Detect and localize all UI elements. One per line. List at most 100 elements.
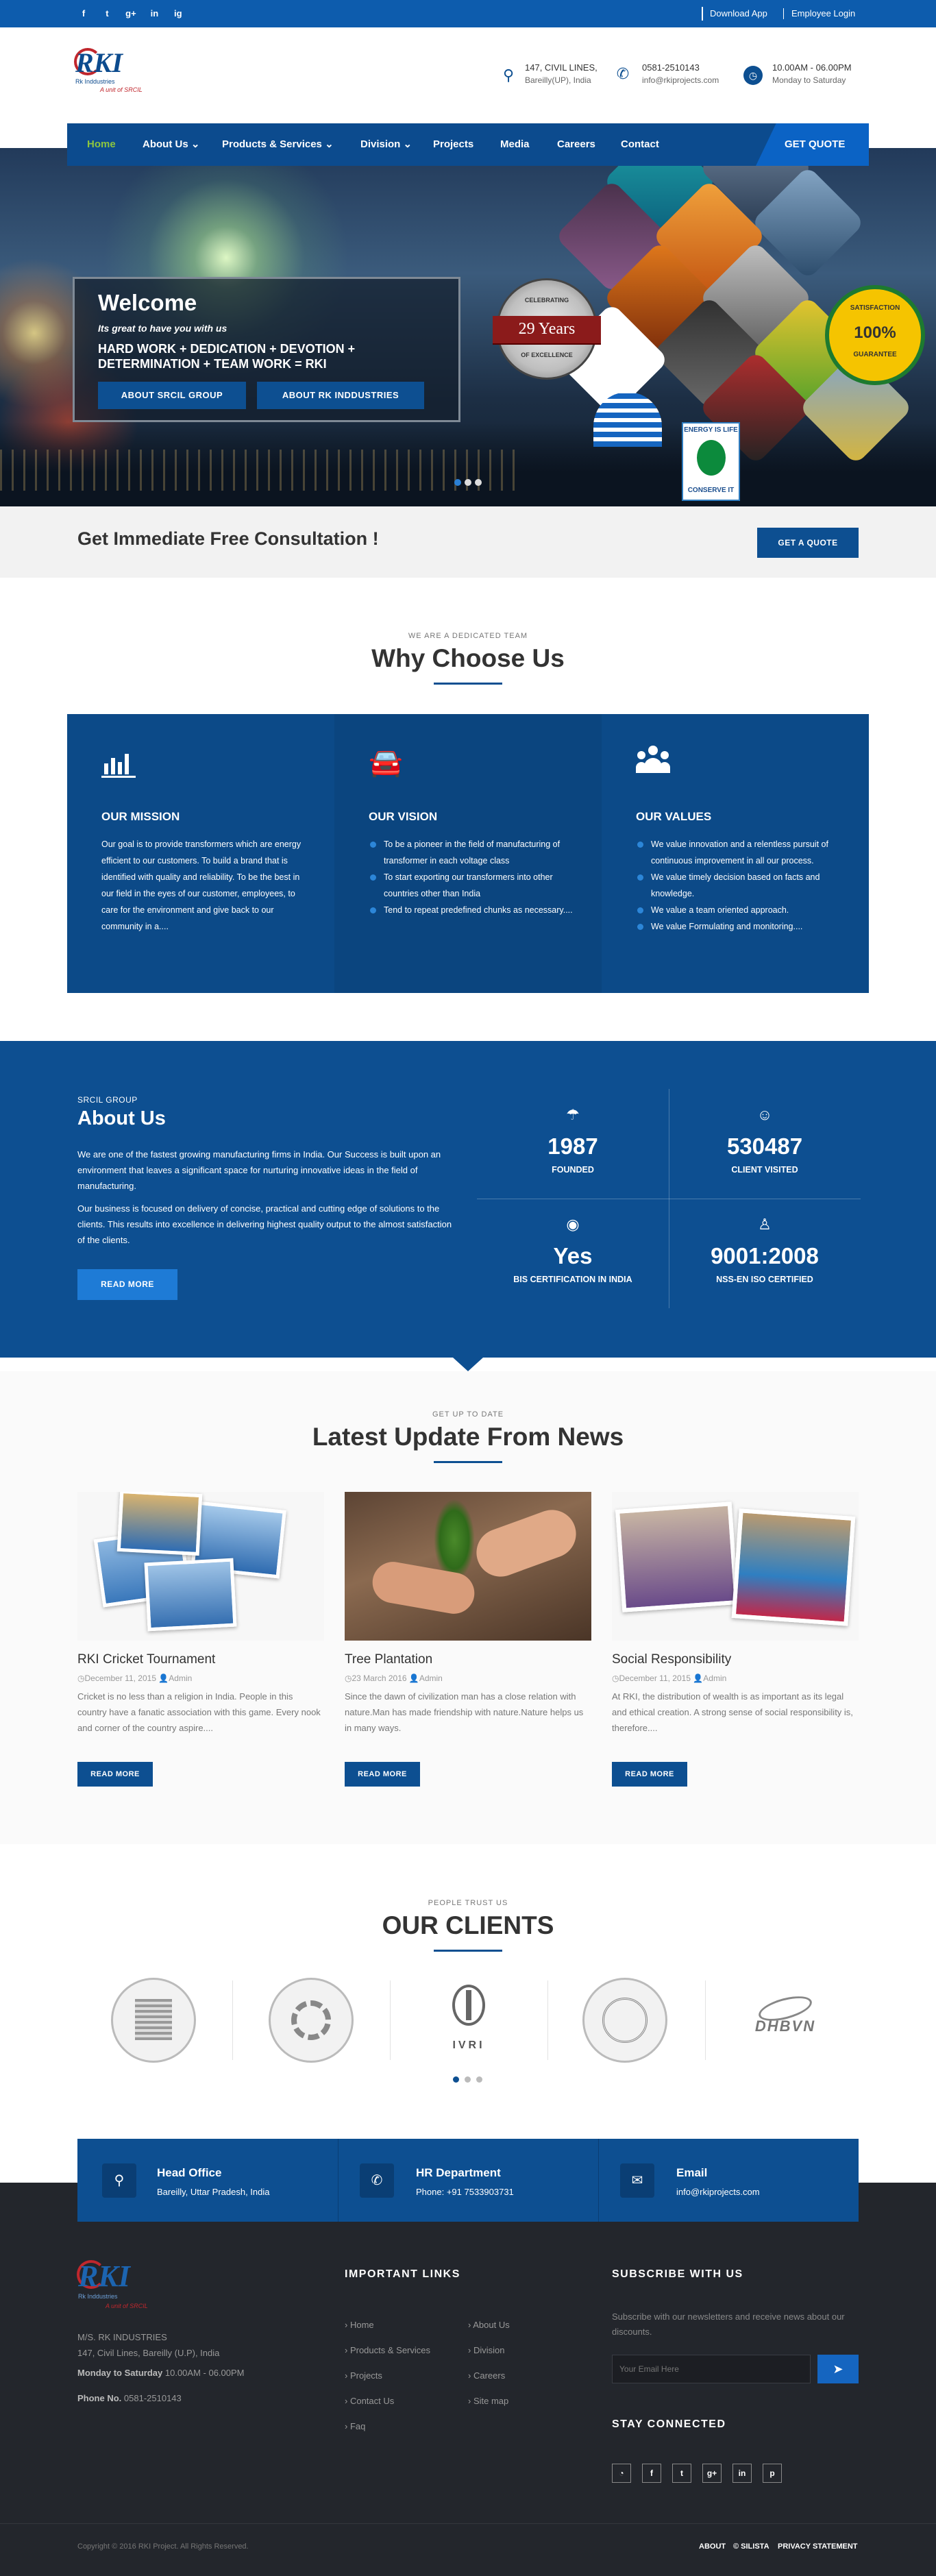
facebook-icon[interactable]: f [77, 0, 90, 27]
footer-link[interactable]: › Site map [468, 2396, 508, 2406]
top-bar: f t g+ in ig Download App Employee Login [0, 0, 936, 27]
footer-logo[interactable]: RKI Rk Inddustries A unit of SRCIL [75, 2259, 185, 2318]
location-pin-icon: ⚲ [502, 66, 515, 84]
google-plus-icon[interactable]: g+ [702, 2464, 722, 2483]
news-title-tree[interactable]: Tree Plantation [345, 1652, 432, 1667]
read-more-button[interactable]: READ MORE [77, 1762, 153, 1787]
list-item: We value Formulating and monitoring.... [636, 918, 841, 935]
nav-division[interactable]: Division ⌄ [360, 123, 412, 166]
clients-dot-3[interactable] [476, 2076, 482, 2083]
logo-text: RKI [75, 47, 123, 78]
about-read-more-button[interactable]: READ MORE [77, 1269, 177, 1300]
list-item: We value innovation and a relentless pur… [636, 836, 841, 869]
privacy-statement-link[interactable]: PRIVACY STATEMENT [778, 2542, 858, 2551]
about-rki-button[interactable]: ABOUT RK INDDUSTRIES [257, 382, 424, 409]
motto-line2: DETERMINATION + TEAM WORK = RKI [98, 357, 327, 371]
address-line2: Bareilly(UP), India [525, 75, 591, 85]
employee-login-link[interactable]: Employee Login [791, 0, 855, 27]
footer-about-link[interactable]: ABOUT [699, 2542, 726, 2551]
read-more-button[interactable]: READ MORE [345, 1762, 420, 1787]
mission-card: OUR MISSION Our goal is to provide trans… [67, 714, 334, 993]
footer-link[interactable]: › Careers [468, 2370, 505, 2381]
clients-dot-1[interactable] [453, 2076, 459, 2083]
hero-slider: CELEBRATING 29 Years OF EXCELLENCE SATIS… [0, 148, 936, 506]
about-srcil-button[interactable]: ABOUT SRCIL GROUP [98, 382, 246, 409]
chevron-down-icon: ⌄ [188, 138, 200, 150]
why-title: Why Choose Us [371, 644, 565, 672]
client-logo-ivri[interactable]: IVRI [426, 1978, 511, 2063]
footer-link[interactable]: › Faq [345, 2421, 365, 2431]
head-office-text: Bareilly, Uttar Pradesh, India [157, 2187, 270, 2197]
subscribe-text: Subscribe with our newsletters and recei… [612, 2311, 845, 2337]
nav-products[interactable]: Products & Services ⌄ [222, 123, 334, 166]
logo[interactable]: RKI Rk Inddustries A unit of SRCIL [73, 47, 166, 101]
motto-line1: HARD WORK + DEDICATION + DEVOTION + [98, 342, 356, 356]
footer-link[interactable]: › Contact Us [345, 2396, 394, 2406]
list-item: We value a team oriented approach. [636, 902, 841, 918]
twitter-icon[interactable]: t [101, 0, 113, 27]
phone-icon: ✆ [616, 65, 630, 82]
header-email[interactable]: info@rkiprojects.com [642, 74, 719, 86]
send-icon[interactable]: ➤ [817, 2355, 859, 2383]
news-image-social[interactable] [612, 1492, 859, 1641]
news-meta: ◷December 11, 2015 👤Admin [77, 1673, 193, 1683]
news-image-cricket[interactable] [77, 1492, 324, 1641]
news-subtitle: GET UP TO DATE [432, 1410, 504, 1419]
slider-dot-2[interactable] [465, 479, 471, 486]
nav-careers[interactable]: Careers [557, 123, 595, 166]
head-office-title: Head Office [157, 2166, 222, 2179]
nav-contact[interactable]: Contact [621, 123, 659, 166]
news-title-cricket[interactable]: RKI Cricket Tournament [77, 1652, 215, 1667]
slider-dot-3[interactable] [475, 479, 482, 486]
footer-link[interactable]: › Home [345, 2320, 374, 2330]
instagram-icon[interactable]: ig [172, 0, 184, 27]
values-card: OUR VALUES We value innovation and a rel… [602, 714, 869, 993]
car-icon: 🚘 [369, 748, 403, 778]
footer-link[interactable]: › Division [468, 2345, 504, 2355]
nav-projects[interactable]: Projects [433, 123, 473, 166]
nav-home[interactable]: Home [87, 123, 116, 166]
read-more-button[interactable]: READ MORE [612, 1762, 687, 1787]
rss-icon[interactable]: ◔ [612, 2464, 631, 2483]
award-icon: ♙ [758, 1216, 772, 1233]
linkedin-icon[interactable]: in [148, 0, 160, 27]
email-title: Email [676, 2166, 708, 2179]
news-meta: ◷December 11, 2015 👤Admin [612, 1673, 727, 1683]
client-logo-2[interactable] [269, 1978, 354, 2063]
pinterest-icon[interactable]: p [763, 2464, 782, 2483]
slider-dot-1[interactable] [454, 479, 461, 486]
stat-clients-label: CLIENT VISITED [731, 1165, 798, 1175]
values-title: OUR VALUES [636, 810, 712, 823]
google-plus-icon[interactable]: g+ [125, 0, 137, 27]
news-image-tree[interactable] [345, 1492, 591, 1641]
footer-address: 147, Civil Lines, Bareilly (U.P), India [77, 2348, 220, 2358]
address-line1: 147, CIVIL LINES, [525, 62, 598, 73]
nav-about[interactable]: About Us ⌄ [143, 123, 199, 166]
email-text[interactable]: info@rkiprojects.com [676, 2187, 760, 2197]
download-app-link[interactable]: Download App [710, 0, 767, 27]
list-item: Tend to repeat predefined chunks as nece… [369, 902, 574, 918]
subscribe-title: SUBSCRIBE WITH US [612, 2268, 743, 2280]
linkedin-icon[interactable]: in [732, 2464, 752, 2483]
news-excerpt: Cricket is no less than a religion in In… [77, 1691, 321, 1733]
footer-silista-link[interactable]: © SILISTA [733, 2542, 769, 2551]
get-quote-button[interactable]: GET QUOTE [756, 123, 869, 166]
footer-link[interactable]: › Products & Services [345, 2345, 430, 2355]
vision-title: OUR VISION [369, 810, 438, 823]
client-logo-dhbvn[interactable]: DHBVN [737, 1978, 833, 2063]
subscribe-email-input[interactable] [612, 2355, 811, 2383]
client-logo-4[interactable] [582, 1978, 667, 2063]
nav-media[interactable]: Media [500, 123, 530, 166]
facebook-icon[interactable]: f [642, 2464, 661, 2483]
twitter-icon[interactable]: t [672, 2464, 691, 2483]
client-logo-1[interactable] [111, 1978, 196, 2063]
clients-dot-2[interactable] [465, 2076, 471, 2083]
news-title-social[interactable]: Social Responsibility [612, 1652, 731, 1667]
about-paragraph-2: Our business is focused on delivery of c… [77, 1203, 452, 1245]
footer-link[interactable]: › About Us [468, 2320, 510, 2330]
energy-sign: ENERGY IS LIFE CONSERVE IT [682, 422, 740, 501]
about-paragraph-1: We are one of the fastest growing manufa… [77, 1149, 441, 1191]
footer-link[interactable]: › Projects [345, 2370, 382, 2381]
mission-title: OUR MISSION [101, 810, 180, 823]
get-a-quote-button[interactable]: GET A QUOTE [757, 528, 859, 558]
